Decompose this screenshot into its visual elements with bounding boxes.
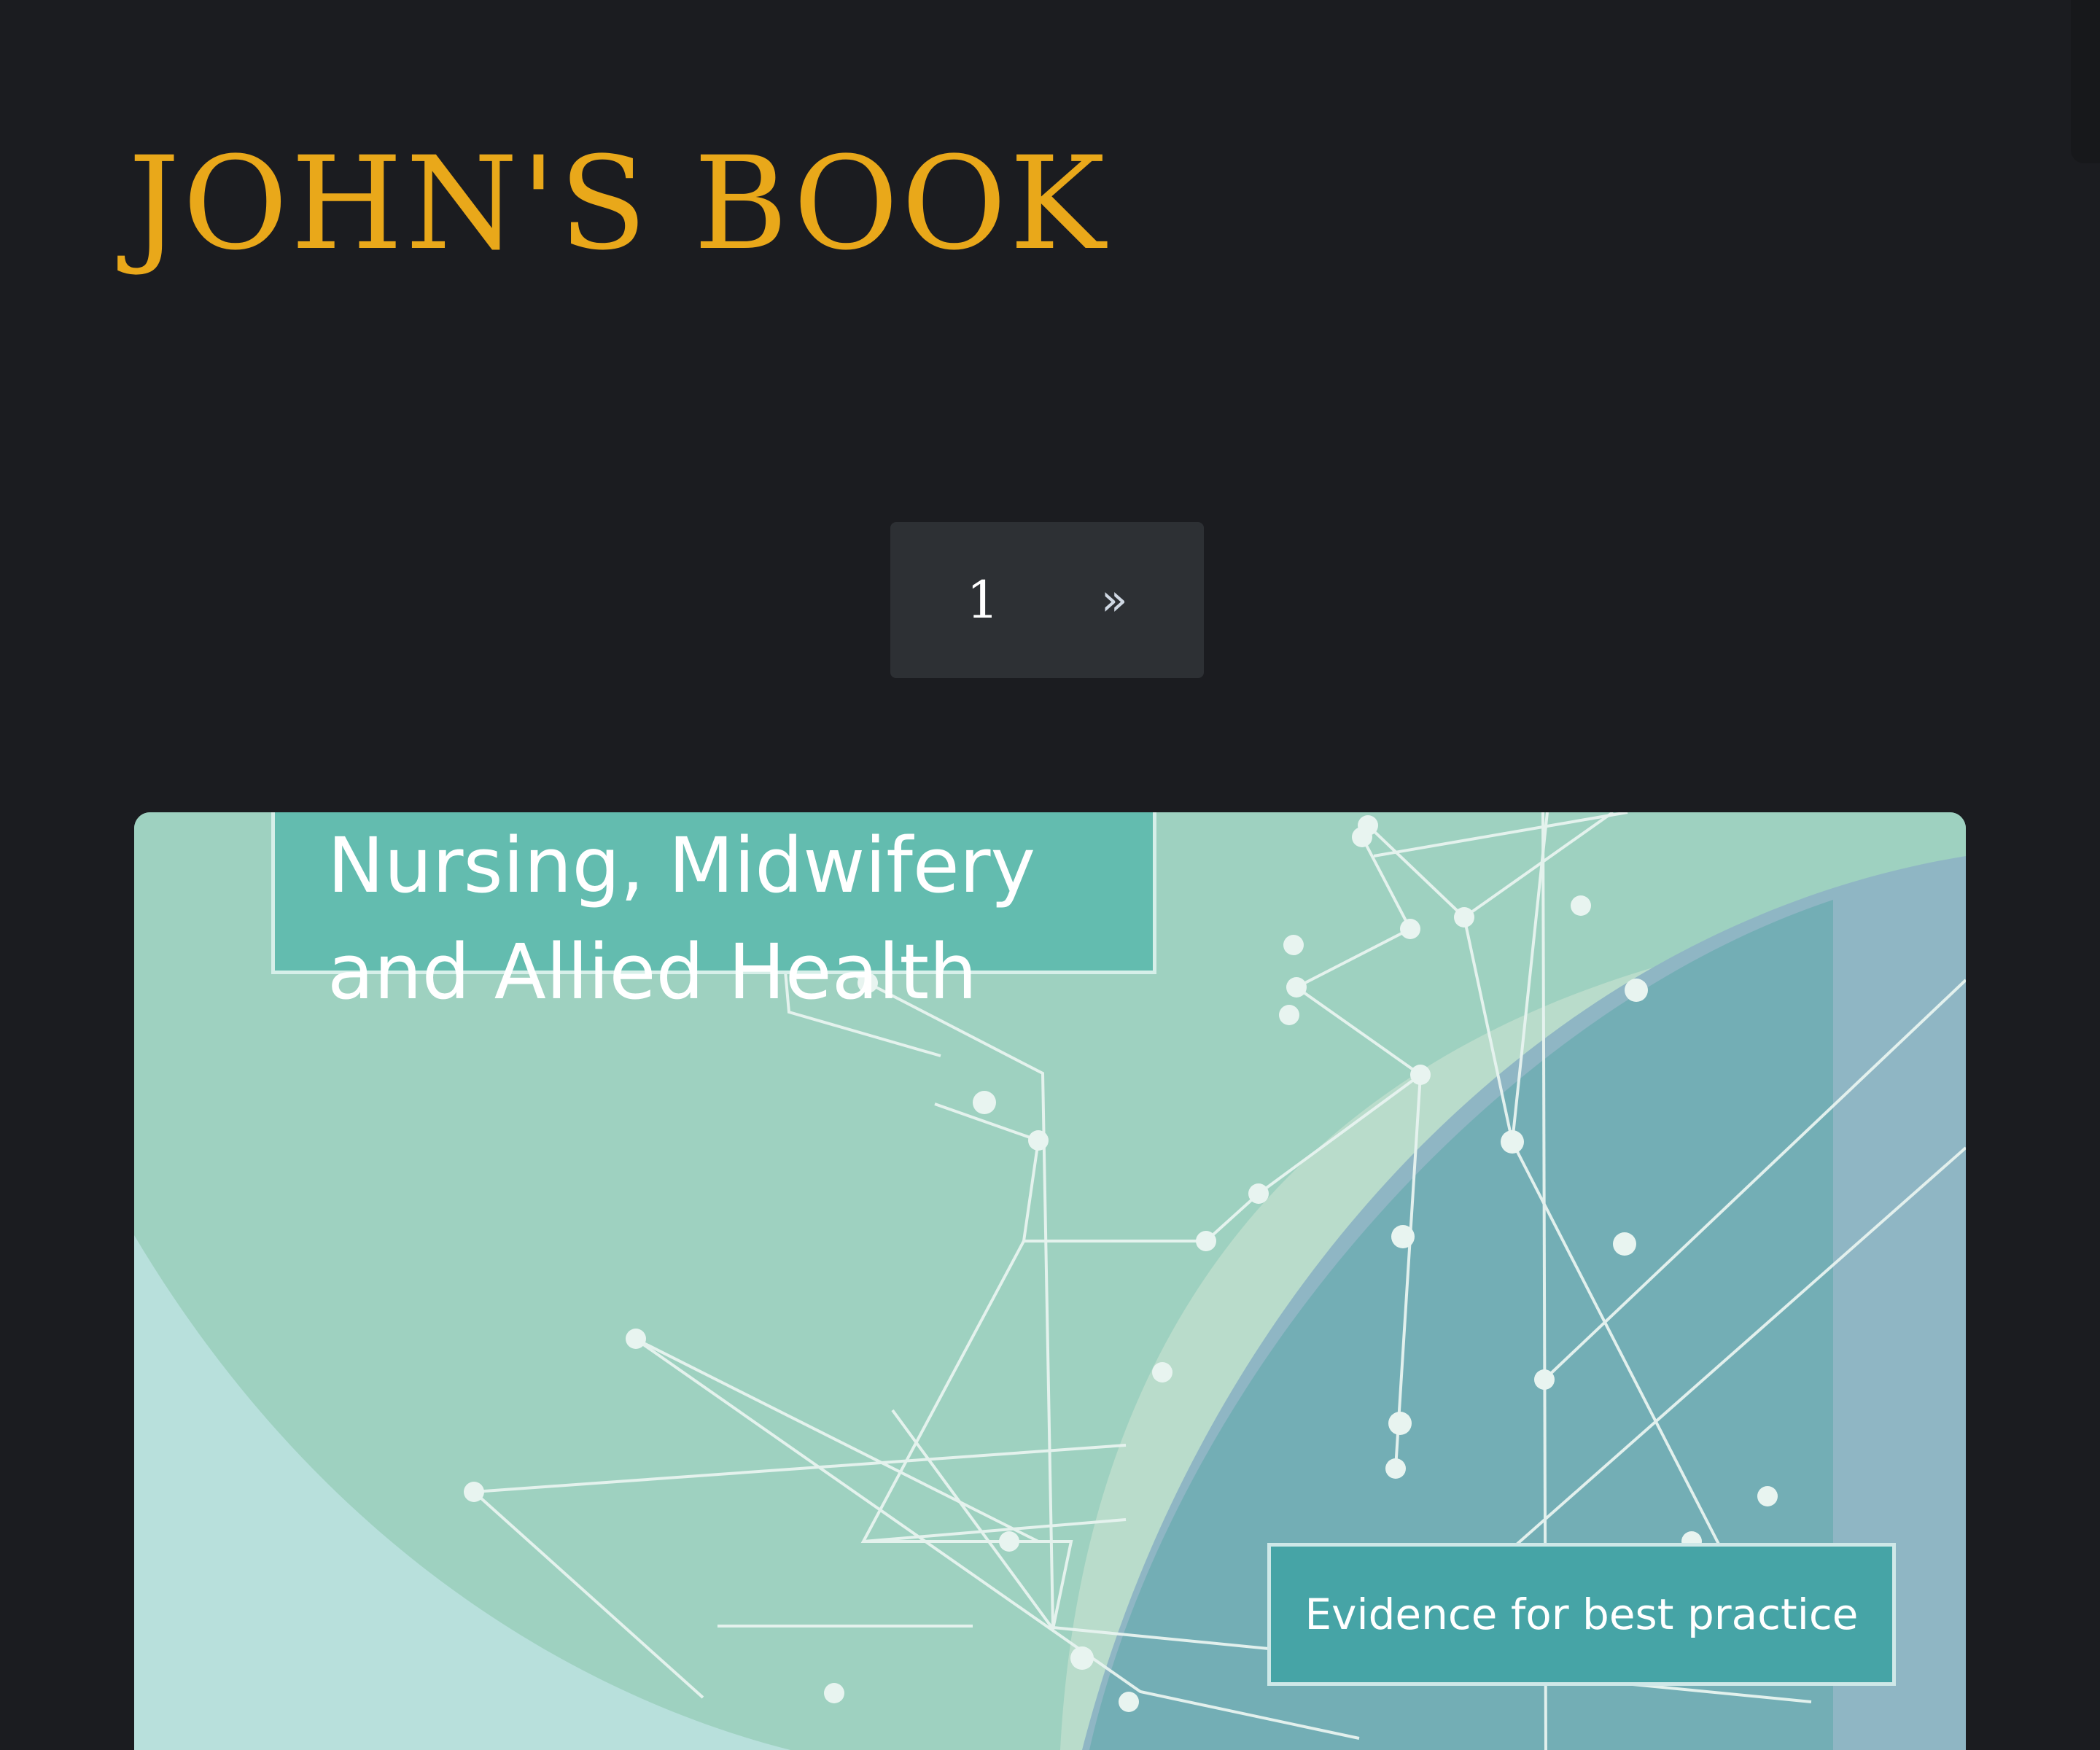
cover-tagline-box: Evidence for best practice	[1267, 1543, 1896, 1686]
cover-title-line-1: Nursing, Midwifery	[327, 821, 1036, 910]
cover-title-box: Nursing, Midwifery and Allied Health	[271, 812, 1156, 1016]
book-cover-image[interactable]: Nursing, Midwifery and Allied Health Evi…	[134, 812, 1966, 1750]
cover-title-line-2: and Allied Health	[327, 928, 978, 1016]
cover-tagline: Evidence for best practice	[1304, 1590, 1859, 1639]
pagination-next-button[interactable]: »	[1101, 578, 1128, 622]
site-title[interactable]: JOHN'S BOOK	[128, 140, 1108, 268]
scrollbar-thumb[interactable]	[2071, 0, 2100, 163]
pagination: 1 »	[890, 522, 1204, 678]
pagination-current-page[interactable]: 1	[966, 575, 999, 626]
